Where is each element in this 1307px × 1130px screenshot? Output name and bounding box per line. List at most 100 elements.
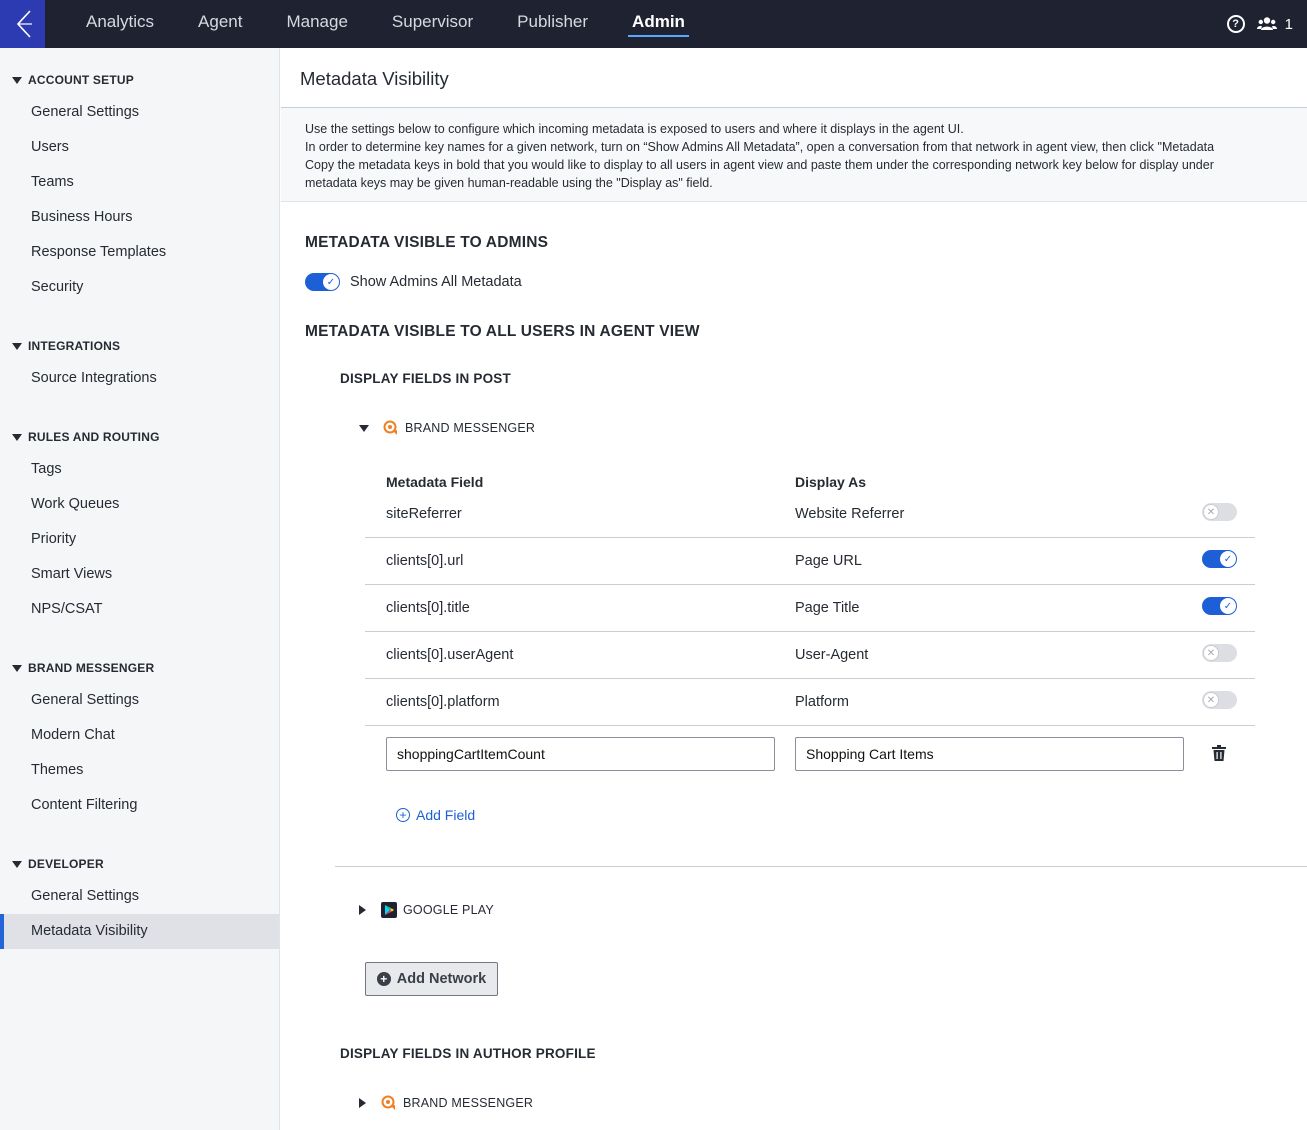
main-content: Metadata Visibility Use the settings bel… — [281, 48, 1307, 1130]
column-header-metadata-field: Metadata Field — [386, 474, 484, 490]
description-line: Copy the metadata keys in bold that you … — [305, 158, 1214, 172]
sidebar-item-work-queues[interactable]: Work Queues — [0, 487, 279, 522]
sidebar-section-developer[interactable]: DEVELOPER — [0, 854, 104, 874]
brand-messenger-icon — [381, 1095, 395, 1110]
sidebar-item-tags[interactable]: Tags — [0, 452, 279, 487]
brand-messenger-icon — [383, 420, 397, 435]
display-as-value: Website Referrer — [795, 506, 905, 522]
metadata-row: siteReferrer Website Referrer ✕ — [365, 491, 1255, 538]
metadata-row-toggle[interactable]: ✓ — [1202, 597, 1237, 615]
admins-heading: METADATA VISIBLE TO ADMINS — [305, 234, 549, 251]
network-brand-messenger-post[interactable]: BRAND MESSENGER — [359, 420, 535, 436]
new-metadata-field-input[interactable] — [386, 737, 775, 771]
metadata-row-toggle[interactable]: ✕ — [1202, 691, 1237, 709]
collapse-caret-icon — [12, 664, 22, 672]
author-profile-heading: DISPLAY FIELDS IN AUTHOR PROFILE — [340, 1046, 596, 1061]
description-panel: Use the settings below to configure whic… — [281, 108, 1307, 202]
sidebar-item-metadata-visibility[interactable]: Metadata Visibility — [0, 914, 279, 949]
nav-manage[interactable]: Manage — [264, 0, 369, 48]
display-as-value: Page Title — [795, 600, 860, 616]
sidebar-item-content-filtering[interactable]: Content Filtering — [0, 788, 279, 823]
metadata-field-value: clients[0].userAgent — [386, 647, 514, 663]
sidebar-section-account-setup[interactable]: ACCOUNT SETUP — [0, 70, 134, 90]
top-navigation-bar: Analytics Agent Manage Supervisor Publis… — [0, 0, 1307, 48]
sidebar-item-smart-views[interactable]: Smart Views — [0, 557, 279, 592]
metadata-row-toggle[interactable]: ✓ — [1202, 550, 1237, 568]
sidebar-item-business-hours[interactable]: Business Hours — [0, 200, 279, 235]
x-icon: ✕ — [1203, 692, 1219, 708]
add-field-button[interactable]: + Add Field — [396, 807, 475, 823]
sidebar-section-rules-and-routing[interactable]: RULES AND ROUTING — [0, 427, 160, 447]
show-admins-all-metadata-label: Show Admins All Metadata — [350, 274, 522, 290]
metadata-field-value: clients[0].url — [386, 553, 464, 569]
sidebar-item-users[interactable]: Users — [0, 130, 279, 165]
display-as-value: User-Agent — [795, 647, 869, 663]
collapse-caret-icon — [12, 860, 22, 868]
metadata-field-value: siteReferrer — [386, 506, 462, 522]
sidebar-item-themes[interactable]: Themes — [0, 753, 279, 788]
plus-circle-icon: + — [376, 972, 391, 986]
add-network-button[interactable]: + Add Network — [365, 962, 498, 996]
admin-sidebar: ACCOUNT SETUP General Settings Users Tea… — [0, 48, 280, 1130]
top-right-controls: ? 1 — [1226, 0, 1293, 48]
network-google-play[interactable]: GOOGLE PLAY — [359, 902, 494, 918]
google-play-icon — [381, 902, 397, 918]
sidebar-item-general-settings[interactable]: General Settings — [0, 95, 279, 130]
nav-analytics[interactable]: Analytics — [64, 0, 176, 48]
sidebar-item-nps-csat[interactable]: NPS/CSAT — [0, 592, 279, 627]
check-icon: ✓ — [323, 274, 339, 290]
description-line: metadata keys may be given human-readabl… — [305, 176, 713, 190]
sidebar-item-source-integrations[interactable]: Source Integrations — [0, 361, 279, 396]
expand-caret-icon — [359, 424, 369, 432]
expand-caret-icon — [359, 905, 366, 915]
collapse-caret-icon — [12, 433, 22, 441]
sidebar-item-security[interactable]: Security — [0, 270, 279, 305]
sidebar-item-teams[interactable]: Teams — [0, 165, 279, 200]
display-as-value: Platform — [795, 694, 849, 710]
sidebar-section-integrations[interactable]: INTEGRATIONS — [0, 336, 120, 356]
sidebar-item-response-templates[interactable]: Response Templates — [0, 235, 279, 270]
page-title: Metadata Visibility — [300, 68, 449, 89]
sidebar-item-priority[interactable]: Priority — [0, 522, 279, 557]
plus-circle-icon: + — [396, 808, 410, 822]
users-group-icon — [1256, 17, 1277, 30]
show-admins-all-metadata-toggle[interactable]: ✓ — [305, 273, 340, 291]
network-divider — [335, 866, 1307, 867]
network-brand-messenger-author[interactable]: BRAND MESSENGER — [359, 1095, 533, 1111]
post-heading: DISPLAY FIELDS IN POST — [340, 371, 511, 386]
new-display-as-input[interactable] — [795, 737, 1184, 771]
check-icon: ✓ — [1220, 598, 1236, 614]
metadata-row-toggle[interactable]: ✕ — [1202, 644, 1237, 662]
help-icon[interactable]: ? — [1226, 15, 1245, 33]
metadata-row: clients[0].title Page Title ✓ — [365, 585, 1255, 632]
column-header-display-as: Display As — [795, 474, 867, 490]
sidebar-item-dev-general-settings[interactable]: General Settings — [0, 879, 279, 914]
check-icon: ✓ — [1220, 551, 1236, 567]
sprinklr-logo-icon — [16, 10, 32, 38]
nav-supervisor[interactable]: Supervisor — [370, 0, 495, 48]
description-line: In order to determine key names for a gi… — [305, 140, 1215, 154]
metadata-row: clients[0].platform Platform ✕ — [365, 679, 1255, 726]
trash-icon[interactable] — [1212, 745, 1226, 761]
sidebar-item-bm-general-settings[interactable]: General Settings — [0, 683, 279, 718]
collapse-caret-icon — [12, 76, 22, 84]
metadata-field-value: clients[0].platform — [386, 694, 500, 710]
description-line: Use the settings below to configure whic… — [305, 122, 964, 136]
nav-publisher[interactable]: Publisher — [495, 0, 610, 48]
x-icon: ✕ — [1203, 645, 1219, 661]
app-logo[interactable] — [0, 0, 45, 48]
metadata-row-toggle[interactable]: ✕ — [1202, 503, 1237, 521]
row-separator — [365, 725, 1255, 726]
online-users-button[interactable]: 1 — [1256, 15, 1293, 33]
main-nav: Analytics Agent Manage Supervisor Publis… — [64, 0, 707, 48]
sidebar-section-brand-messenger[interactable]: BRAND MESSENGER — [0, 658, 154, 678]
display-as-value: Page URL — [795, 553, 862, 569]
sidebar-item-modern-chat[interactable]: Modern Chat — [0, 718, 279, 753]
collapse-caret-icon — [12, 342, 22, 350]
x-icon: ✕ — [1203, 504, 1219, 520]
metadata-field-value: clients[0].title — [386, 600, 470, 616]
online-users-count: 1 — [1284, 15, 1293, 33]
nav-agent[interactable]: Agent — [176, 0, 264, 48]
metadata-row: clients[0].url Page URL ✓ — [365, 538, 1255, 585]
nav-admin[interactable]: Admin — [610, 0, 707, 48]
